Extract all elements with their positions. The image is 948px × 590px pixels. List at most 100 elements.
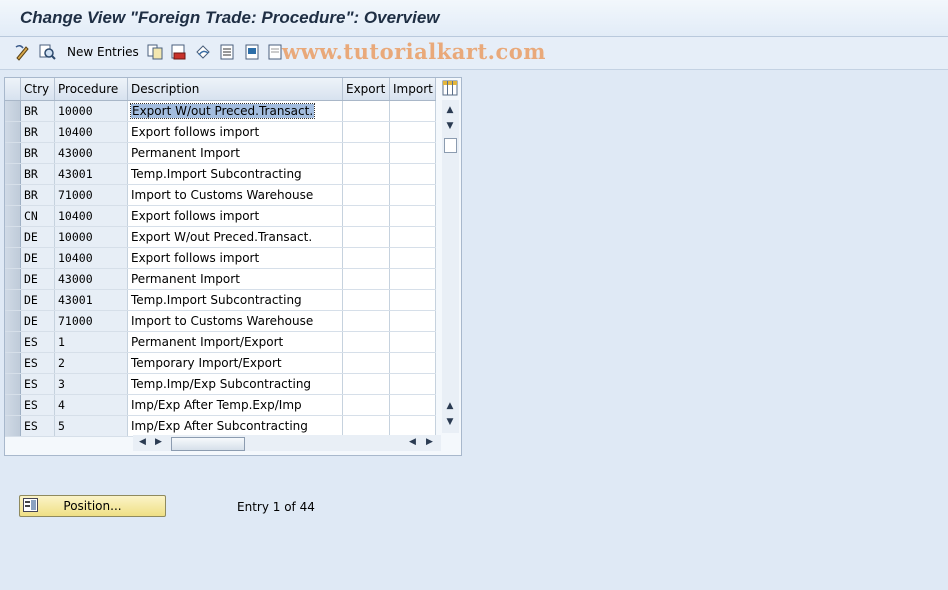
display-change-icon[interactable] <box>14 43 32 61</box>
scroll-right-end-icon[interactable]: ▶ <box>426 437 433 447</box>
scroll-down-icon[interactable]: ▼ <box>445 417 455 427</box>
table-row[interactable]: ES 4 Imp/Exp After Temp.Exp/Imp <box>5 394 436 416</box>
cell-export[interactable] <box>342 373 390 395</box>
other-view-icon[interactable] <box>38 43 56 61</box>
cell-export[interactable] <box>342 142 390 164</box>
horizontal-scroll-thumb[interactable] <box>171 437 245 451</box>
cell-description[interactable]: Permanent Import <box>127 142 343 164</box>
cell-import[interactable] <box>389 205 436 227</box>
new-entries-button[interactable]: New Entries <box>67 45 139 59</box>
row-selector[interactable] <box>5 373 21 395</box>
row-selector[interactable] <box>5 310 21 332</box>
table-row[interactable]: ES 5 Imp/Exp After Subcontracting <box>5 415 436 437</box>
page-up-icon[interactable]: ▼ <box>445 121 455 131</box>
cell-export[interactable] <box>342 247 390 269</box>
cell-import[interactable] <box>389 373 436 395</box>
table-row[interactable]: DE 43000 Permanent Import <box>5 268 436 290</box>
table-row[interactable]: DE 71000 Import to Customs Warehouse <box>5 310 436 332</box>
cell-export[interactable] <box>342 268 390 290</box>
row-selector[interactable] <box>5 184 21 206</box>
page-down-icon[interactable]: ▲ <box>445 401 455 411</box>
cell-import[interactable] <box>389 394 436 416</box>
cell-description[interactable]: Permanent Import <box>127 268 343 290</box>
cell-description[interactable]: Export W/out Preced.Transact. <box>127 100 343 122</box>
cell-export[interactable] <box>342 226 390 248</box>
select-block-icon[interactable] <box>243 43 261 61</box>
table-row[interactable]: BR 43000 Permanent Import <box>5 142 436 164</box>
column-header-ctry[interactable]: Ctry <box>20 78 55 101</box>
cell-import[interactable] <box>389 331 436 353</box>
vertical-scrollbar[interactable]: ▲ ▼ ▲ ▼ <box>442 100 459 433</box>
cell-description[interactable]: Export W/out Preced.Transact. <box>127 226 343 248</box>
cell-description[interactable]: Export follows import <box>127 205 343 227</box>
column-header-export[interactable]: Export <box>342 78 390 101</box>
select-all-column[interactable] <box>5 78 21 101</box>
row-selector[interactable] <box>5 394 21 416</box>
select-all-icon[interactable] <box>218 43 236 61</box>
vertical-scroll-thumb[interactable] <box>444 138 457 153</box>
column-header-description[interactable]: Description <box>127 78 343 101</box>
cell-description[interactable]: Temp.Imp/Exp Subcontracting <box>127 373 343 395</box>
table-row[interactable]: BR 10000 Export W/out Preced.Transact. <box>5 100 436 122</box>
cell-import[interactable] <box>389 352 436 374</box>
horizontal-scrollbar[interactable]: ◀ ▶ ◀ ▶ <box>133 435 441 451</box>
table-row[interactable]: ES 2 Temporary Import/Export <box>5 352 436 374</box>
cell-import[interactable] <box>389 310 436 332</box>
cell-export[interactable] <box>342 331 390 353</box>
row-selector[interactable] <box>5 289 21 311</box>
table-row[interactable]: CN 10400 Export follows import <box>5 205 436 227</box>
table-row[interactable]: BR 10400 Export follows import <box>5 121 436 143</box>
cell-export[interactable] <box>342 415 390 437</box>
cell-export[interactable] <box>342 394 390 416</box>
cell-export[interactable] <box>342 352 390 374</box>
row-selector[interactable] <box>5 163 21 185</box>
position-button[interactable]: Position... <box>19 495 166 517</box>
scroll-left-end-icon[interactable]: ◀ <box>409 437 416 447</box>
row-selector[interactable] <box>5 142 21 164</box>
cell-export[interactable] <box>342 289 390 311</box>
row-selector[interactable] <box>5 226 21 248</box>
cell-description[interactable]: Temp.Import Subcontracting <box>127 289 343 311</box>
cell-description[interactable]: Temp.Import Subcontracting <box>127 163 343 185</box>
row-selector[interactable] <box>5 268 21 290</box>
cell-description[interactable]: Temporary Import/Export <box>127 352 343 374</box>
table-row[interactable]: BR 71000 Import to Customs Warehouse <box>5 184 436 206</box>
scroll-right-icon[interactable]: ▶ <box>155 437 162 447</box>
table-row[interactable]: DE 10400 Export follows import <box>5 247 436 269</box>
cell-export[interactable] <box>342 121 390 143</box>
column-header-procedure[interactable]: Procedure <box>54 78 128 101</box>
table-row[interactable]: DE 43001 Temp.Import Subcontracting <box>5 289 436 311</box>
cell-description[interactable]: Export follows import <box>127 247 343 269</box>
table-row[interactable]: ES 3 Temp.Imp/Exp Subcontracting <box>5 373 436 395</box>
cell-import[interactable] <box>389 247 436 269</box>
cell-export[interactable] <box>342 184 390 206</box>
cell-import[interactable] <box>389 415 436 437</box>
cell-import[interactable] <box>389 100 436 122</box>
column-header-import[interactable]: Import <box>389 78 436 101</box>
undo-change-icon[interactable] <box>194 43 212 61</box>
cell-export[interactable] <box>342 100 390 122</box>
table-row[interactable]: BR 43001 Temp.Import Subcontracting <box>5 163 436 185</box>
row-selector[interactable] <box>5 352 21 374</box>
cell-description[interactable]: Imp/Exp After Subcontracting <box>127 415 343 437</box>
cell-import[interactable] <box>389 268 436 290</box>
table-row[interactable]: DE 10000 Export W/out Preced.Transact. <box>5 226 436 248</box>
row-selector[interactable] <box>5 331 21 353</box>
cell-export[interactable] <box>342 163 390 185</box>
row-selector[interactable] <box>5 121 21 143</box>
cell-description[interactable]: Import to Customs Warehouse <box>127 310 343 332</box>
cell-description[interactable]: Permanent Import/Export <box>127 331 343 353</box>
copy-as-icon[interactable] <box>146 43 164 61</box>
cell-export[interactable] <box>342 310 390 332</box>
row-selector[interactable] <box>5 100 21 122</box>
scroll-up-icon[interactable]: ▲ <box>445 105 455 115</box>
table-row[interactable]: ES 1 Permanent Import/Export <box>5 331 436 353</box>
cell-import[interactable] <box>389 184 436 206</box>
cell-import[interactable] <box>389 163 436 185</box>
scroll-left-icon[interactable]: ◀ <box>139 437 146 447</box>
cell-import[interactable] <box>389 142 436 164</box>
cell-description[interactable]: Imp/Exp After Temp.Exp/Imp <box>127 394 343 416</box>
cell-export[interactable] <box>342 205 390 227</box>
cell-import[interactable] <box>389 121 436 143</box>
row-selector[interactable] <box>5 415 21 437</box>
